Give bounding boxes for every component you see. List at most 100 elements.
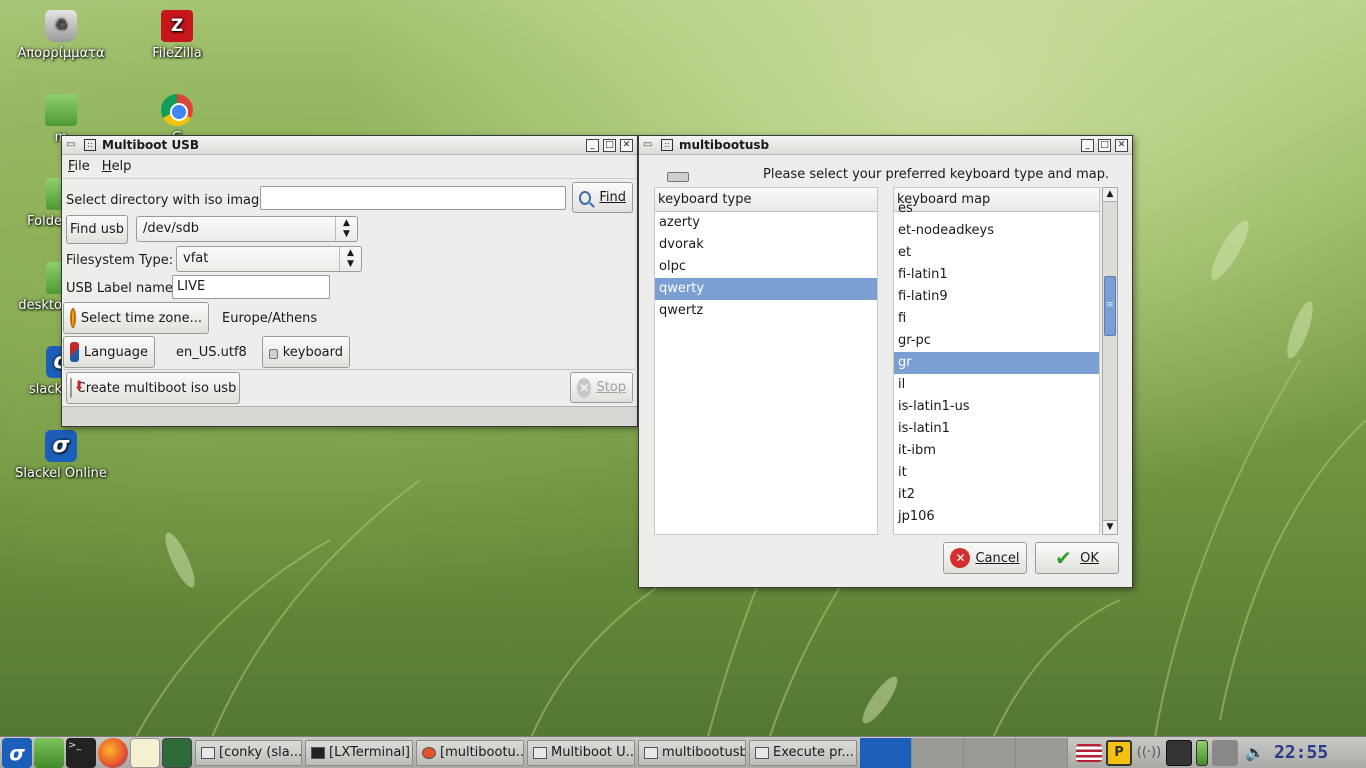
- find-usb-button[interactable]: Find usb: [66, 215, 128, 244]
- keyboard-icon: [269, 349, 278, 359]
- scrollbar-thumb[interactable]: ≡: [1104, 276, 1116, 336]
- usb-device-select[interactable]: /dev/sdb ▲ ▼: [136, 216, 358, 242]
- window-icon: [533, 746, 547, 759]
- list-item[interactable]: et-nodeadkeys: [894, 220, 1099, 242]
- desktop-pager[interactable]: [860, 737, 1068, 768]
- system-monitor-icon[interactable]: [162, 737, 192, 768]
- task-execute[interactable]: Execute pr...: [749, 739, 857, 766]
- timezone-value: Europe/Athens: [222, 310, 318, 326]
- list-item[interactable]: azerty: [655, 212, 877, 234]
- desktop-3[interactable]: [964, 737, 1016, 768]
- list-item[interactable]: jp106: [894, 506, 1099, 528]
- task-multibootusb-browser[interactable]: [multibootu...: [416, 739, 524, 766]
- stop-button[interactable]: ✕ Stop: [570, 372, 633, 403]
- list-item[interactable]: il: [894, 374, 1099, 396]
- list-item[interactable]: dvorak: [655, 234, 877, 256]
- clipboard-icon[interactable]: P: [1106, 739, 1132, 766]
- home-icon[interactable]: [34, 737, 64, 768]
- list-item[interactable]: gr-pc: [894, 330, 1099, 352]
- ok-button[interactable]: ✔ OK: [1035, 542, 1119, 574]
- find-button-label: Find: [599, 190, 626, 205]
- window-title: Multiboot USB: [102, 138, 199, 152]
- desktop-icon-trash[interactable]: Απορρίμματα: [6, 10, 116, 61]
- list-item[interactable]: is-latin1: [894, 418, 1099, 440]
- network-icon[interactable]: [1166, 739, 1192, 766]
- close-button[interactable]: ✕: [620, 138, 633, 152]
- maximize-button[interactable]: □: [1098, 138, 1111, 152]
- task-lxterminal[interactable]: [LXTerminal]: [305, 739, 413, 766]
- filesystem-select[interactable]: vfat ▲ ▼: [176, 246, 362, 272]
- cancel-button[interactable]: ✕ Cancel: [943, 542, 1027, 574]
- desktop-icon-label: Απορρίμματα: [17, 46, 105, 61]
- usb-label-input[interactable]: LIVE: [172, 275, 330, 299]
- terminal-icon[interactable]: >_: [66, 737, 96, 768]
- keyboard-button[interactable]: keyboard: [262, 336, 350, 368]
- task-conky[interactable]: [conky (sla...: [195, 739, 302, 766]
- list-item[interactable]: fi: [894, 308, 1099, 330]
- clock[interactable]: 22:55: [1274, 742, 1328, 763]
- clock-icon: [70, 308, 81, 328]
- list-item-selected[interactable]: gr: [894, 352, 1099, 374]
- menu-file[interactable]: File: [68, 159, 90, 174]
- titlebar[interactable]: ▭ :: multibootusb _ □ ✕: [639, 136, 1132, 155]
- search-icon: [579, 190, 592, 205]
- list-item[interactable]: et: [894, 242, 1099, 264]
- task-multiboot-usb[interactable]: Multiboot U...: [527, 739, 635, 766]
- keyboard-map-list[interactable]: keyboard map es et-nodeadkeys et fi-lati…: [893, 187, 1100, 535]
- language-button[interactable]: Language: [63, 336, 155, 368]
- us-flag-icon[interactable]: [1076, 743, 1102, 762]
- battery-icon[interactable]: [1196, 739, 1208, 766]
- scroll-up-arrow-icon[interactable]: ▲: [1103, 188, 1117, 202]
- wireless-icon[interactable]: ((·)): [1136, 740, 1162, 766]
- desktop-icon-slackel-online[interactable]: σ Slackel Online: [6, 430, 116, 481]
- list-item[interactable]: it2: [894, 484, 1099, 506]
- task-label: Execute pr...: [773, 745, 854, 760]
- stop-button-label: Stop: [596, 380, 626, 395]
- desktop-4[interactable]: [1016, 737, 1068, 768]
- create-multiboot-button[interactable]: Create multiboot iso usb: [66, 372, 240, 404]
- maximize-button[interactable]: □: [603, 138, 616, 152]
- keyboard-type-header[interactable]: keyboard type: [655, 188, 877, 212]
- scroll-down-arrow-icon[interactable]: ▼: [1103, 520, 1117, 534]
- list-item[interactable]: it: [894, 462, 1099, 484]
- keyboard-map-scrollbar[interactable]: ▲ ≡ ▼: [1102, 187, 1118, 535]
- list-item-selected[interactable]: qwerty: [655, 278, 877, 300]
- find-usb-label: Find usb: [69, 222, 125, 237]
- list-item[interactable]: olpc: [655, 256, 877, 278]
- keyboard-type-list[interactable]: keyboard type azerty dvorak olpc qwerty …: [654, 187, 878, 535]
- close-button[interactable]: ✕: [1115, 138, 1128, 152]
- slackel-menu-icon[interactable]: σ: [2, 737, 32, 768]
- volume-icon[interactable]: 🔊: [1242, 740, 1268, 766]
- iso-dir-input[interactable]: [260, 186, 566, 210]
- window-menu-icon[interactable]: ▭: [66, 139, 78, 151]
- titlebar[interactable]: ▭ :: Multiboot USB _ □ ✕: [62, 136, 637, 155]
- find-button[interactable]: Find: [572, 182, 633, 213]
- desktop-icon-filezilla[interactable]: Z FileZilla: [122, 10, 232, 61]
- list-item[interactable]: is-latin1-us: [894, 396, 1099, 418]
- window-icon: [644, 746, 658, 759]
- text-editor-icon[interactable]: [130, 737, 160, 768]
- chevron-updown-icon: ▲ ▼: [339, 247, 361, 271]
- desktop-2[interactable]: [912, 737, 964, 768]
- power-icon[interactable]: [1212, 739, 1238, 766]
- list-item[interactable]: qwertz: [655, 300, 877, 322]
- task-label: [LXTerminal]: [329, 745, 411, 760]
- task-multibootusb[interactable]: multibootusb: [638, 739, 746, 766]
- list-item[interactable]: it-ibm: [894, 440, 1099, 462]
- select-timezone-button[interactable]: Select time zone...: [63, 302, 209, 334]
- list-item[interactable]: fi-latin9: [894, 286, 1099, 308]
- filezilla-icon: Z: [161, 10, 193, 42]
- menu-help[interactable]: Help: [102, 159, 132, 174]
- desktop-1[interactable]: [860, 737, 912, 768]
- cancel-button-label: Cancel: [975, 550, 1020, 566]
- minimize-button[interactable]: _: [1081, 138, 1094, 152]
- window-menu-icon[interactable]: ▭: [643, 139, 655, 151]
- list-item[interactable]: fi-latin1: [894, 264, 1099, 286]
- window-icon: [201, 746, 215, 759]
- window-icon: [755, 746, 769, 759]
- task-label: [conky (sla...: [219, 745, 302, 760]
- separator: [64, 369, 635, 370]
- firefox-icon[interactable]: [98, 737, 128, 768]
- stop-icon: ✕: [577, 377, 592, 398]
- minimize-button[interactable]: _: [586, 138, 599, 152]
